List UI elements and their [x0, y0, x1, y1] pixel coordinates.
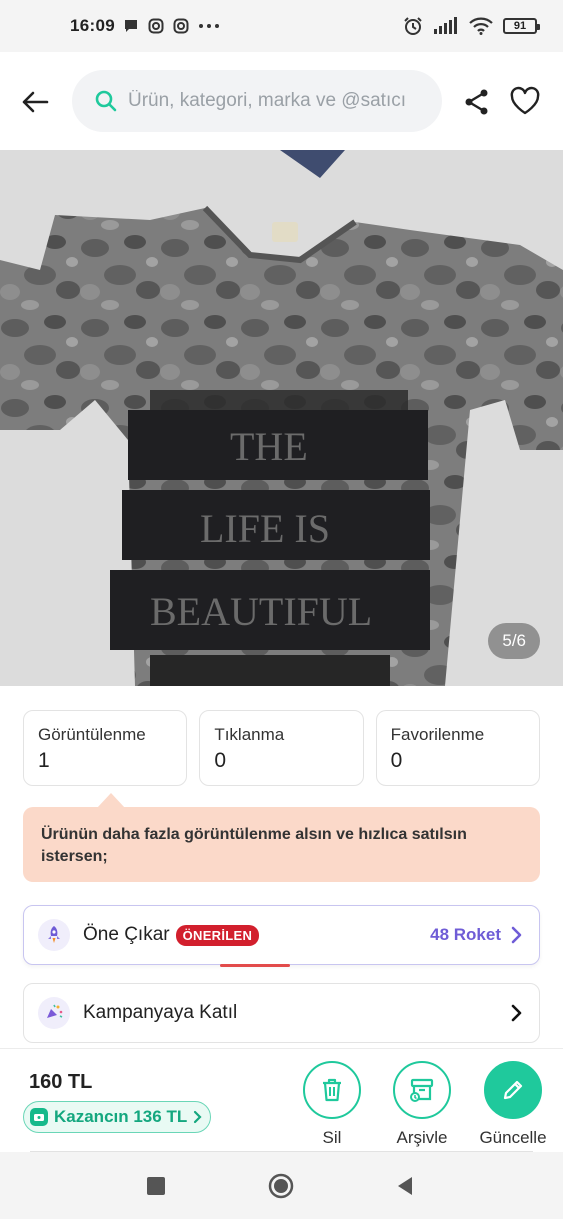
- image-counter: 5/6: [488, 623, 540, 659]
- rocket-icon: [38, 919, 70, 951]
- stat-label: Tıklanma: [214, 725, 285, 744]
- chat-icon: [124, 20, 137, 32]
- product-image[interactable]: THE LIFE IS BEAUTIFUL 5/6: [0, 150, 563, 686]
- archive-label: Arşivle: [396, 1128, 448, 1147]
- square-nav-icon[interactable]: [147, 1177, 165, 1195]
- svg-text:LIFE IS: LIFE IS: [200, 506, 330, 551]
- search-icon: [95, 90, 117, 112]
- search-bar[interactable]: [72, 70, 442, 132]
- row-accent-line: [220, 964, 290, 967]
- boost-title: Öne Çıkar: [83, 924, 170, 945]
- earnings-pill[interactable]: Kazancın 136 TL: [23, 1101, 212, 1133]
- svg-text:BEAUTIFUL: BEAUTIFUL: [150, 589, 372, 634]
- archive-icon: [410, 1078, 434, 1102]
- more-icon: [198, 24, 219, 28]
- update-label: Güncelle: [479, 1128, 547, 1147]
- chevron-right-icon: [511, 1004, 522, 1022]
- pencil-icon: [503, 1080, 523, 1100]
- tshirt-photo: THE LIFE IS BEAUTIFUL: [0, 150, 563, 686]
- campaign-icon: [38, 997, 70, 1029]
- delete-label: Sil: [322, 1128, 342, 1147]
- stats-row: Görüntülenme 1 Tıklanma 0 Favorilenme 0: [23, 710, 540, 786]
- info-bubble-arrow: [97, 793, 125, 808]
- share-icon[interactable]: [463, 88, 491, 116]
- earnings-text: Kazancın 136 TL: [54, 1107, 188, 1126]
- trash-icon: [323, 1078, 341, 1102]
- header: [0, 52, 563, 150]
- battery-level: 91: [513, 20, 527, 32]
- heart-icon[interactable]: [509, 86, 541, 116]
- archive-button[interactable]: Arşivle: [382, 1061, 462, 1148]
- info-bubble: Ürünün daha fazla görüntülenme alsın ve …: [23, 807, 540, 882]
- stat-clicks: Tıklanma 0: [199, 710, 364, 786]
- stat-views: Görüntülenme 1: [23, 710, 188, 786]
- stat-value: 0: [390, 749, 403, 772]
- stat-label: Görüntülenme: [38, 725, 146, 744]
- boost-row[interactable]: Öne Çıkar ÖNERİLEN 48 Roket: [23, 905, 540, 965]
- chevron-right-icon: [511, 926, 522, 944]
- chevron-right-icon: [194, 1110, 202, 1124]
- campaign-title: Kampanyaya Katıl: [83, 1002, 238, 1023]
- system-nav-bar: [0, 1152, 563, 1219]
- back-nav-icon[interactable]: [396, 1176, 414, 1196]
- search-input[interactable]: [128, 90, 428, 112]
- campaign-row[interactable]: Kampanyaya Katıl: [23, 983, 540, 1043]
- stat-value: 1: [38, 749, 50, 772]
- status-bar: 16:09 91: [0, 0, 563, 52]
- stat-value: 0: [214, 749, 227, 772]
- wifi-icon: [469, 17, 493, 35]
- battery-icon: 91: [503, 18, 540, 34]
- svg-text:THE: THE: [230, 424, 308, 469]
- signal-icon: [434, 17, 457, 34]
- alarm-icon: [404, 17, 422, 35]
- product-price: 160 TL: [29, 1071, 93, 1093]
- home-nav-icon[interactable]: [268, 1173, 294, 1199]
- stat-favorites: Favorilenme 0: [375, 710, 540, 786]
- delete-button[interactable]: Sil: [292, 1061, 372, 1148]
- boost-price: 48 Roket: [430, 925, 501, 944]
- back-arrow-icon[interactable]: [20, 87, 50, 117]
- stat-label: Favorilenme: [390, 725, 485, 744]
- wallet-icon: [30, 1108, 48, 1126]
- bottom-action-bar: 160 TL Kazancın 136 TL Sil Arşivle Günce…: [0, 1048, 563, 1152]
- instagram-icon: [173, 18, 189, 34]
- instagram-icon: [148, 18, 164, 34]
- recommended-badge: ÖNERİLEN: [175, 924, 260, 946]
- update-button[interactable]: Güncelle: [473, 1061, 553, 1148]
- status-time: 16:09: [70, 16, 115, 35]
